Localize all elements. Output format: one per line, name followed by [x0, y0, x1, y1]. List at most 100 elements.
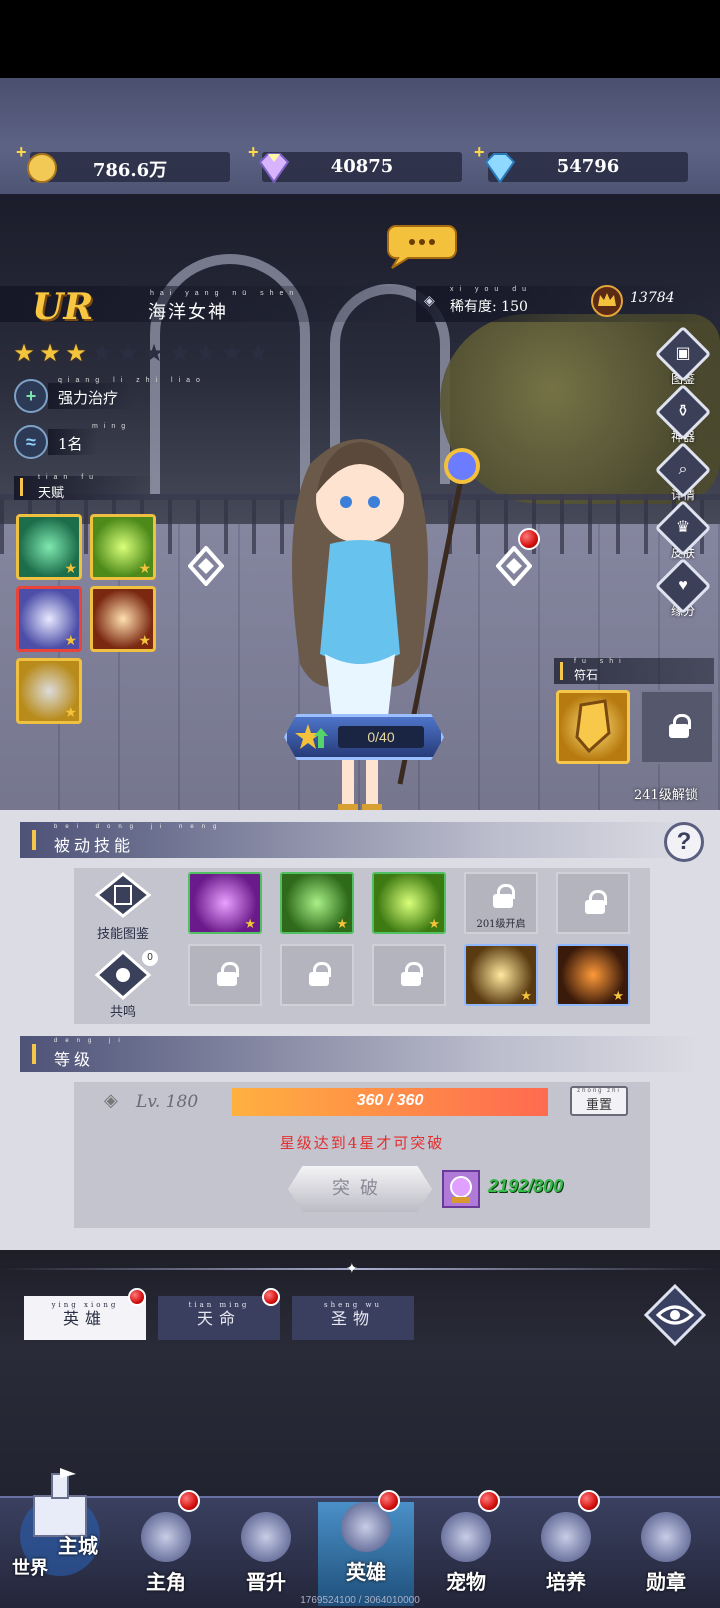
nav-notification-dot	[578, 1490, 600, 1512]
add-rainbow-diamond-icon[interactable]: +	[248, 142, 259, 163]
rarity-value-pinyin: xi you du	[450, 286, 533, 293]
rarity-value: 稀有度: 150	[450, 299, 528, 315]
tab-relics[interactable]: sheng wu 圣物	[292, 1296, 414, 1340]
nav-heroes[interactable]: 英雄	[318, 1502, 414, 1606]
star-empty-icon: ★	[117, 340, 139, 367]
resonance-label: 共鸣	[109, 1005, 136, 1020]
passive-skill-slot-3[interactable]: ★	[372, 872, 446, 934]
passive-skill-slot-locked-8[interactable]	[372, 944, 446, 1006]
side-menu-magnifier[interactable]: ⌕详情	[654, 441, 712, 508]
trait-label: 强力治疗	[48, 383, 133, 409]
breakthrough-button[interactable]: 突破	[288, 1166, 432, 1212]
add-blue-diamond-icon[interactable]: +	[474, 142, 485, 163]
nav-main-city-label: 主城	[58, 1534, 98, 1558]
next-hero-arrow-icon[interactable]	[496, 546, 532, 586]
nav-world-label: 世界	[12, 1558, 48, 1579]
passive-skill-slot-locked-6[interactable]	[188, 944, 262, 1006]
lock-icon	[217, 962, 239, 986]
nav-pets[interactable]: 宠物	[418, 1512, 514, 1604]
resonance-button[interactable]: 0 共鸣	[82, 949, 164, 1024]
talent-pinyin: tian fu	[38, 474, 100, 481]
breakthrough-notice: 星级达到4星才可突破	[279, 1134, 445, 1152]
rune-slot-locked[interactable]	[640, 690, 714, 764]
divider-ornament-icon: ✦	[346, 1260, 358, 1276]
exp-bar: 360 / 360	[232, 1088, 548, 1116]
tab-pinyin: ying xiong	[51, 1301, 119, 1309]
passive-skill-slot-locked-7[interactable]	[280, 944, 354, 1006]
passive-skill-slot-2[interactable]: ★	[280, 872, 354, 934]
nav-notification-dot	[378, 1490, 400, 1512]
help-icon[interactable]: ?	[664, 822, 704, 862]
rank-label: 1名	[48, 429, 97, 455]
rune-stone-icon	[575, 699, 611, 754]
star-empty-icon: ★	[221, 340, 243, 367]
resonance-count: 0	[142, 950, 158, 966]
gold-value: 786.6万	[92, 160, 168, 181]
rank-chip[interactable]: ≈ ming 1名	[14, 423, 125, 459]
side-menu-artifact[interactable]: ⚱神器	[654, 383, 712, 450]
power-value: 13784	[630, 290, 675, 306]
lower-area: ✦ ying xiong 英雄 tian ming 天命 sheng wu 圣物	[0, 1250, 720, 1496]
talent-skill-heal-1[interactable]: ★	[16, 514, 82, 580]
passive-skill-slot-locked-5[interactable]	[556, 872, 630, 934]
tab-destiny[interactable]: tian ming 天命	[158, 1296, 280, 1340]
star-filled-icon: ★	[65, 340, 87, 367]
lock-icon	[669, 714, 691, 738]
promotion-icon	[241, 1512, 291, 1562]
talent-skill-heal-2[interactable]: ★	[90, 514, 156, 580]
trait-chip[interactable]: + qiang li zhi liao 强力治疗	[14, 377, 200, 413]
nav-label: 培养	[546, 1570, 586, 1594]
nav-training[interactable]: 培养	[518, 1512, 614, 1604]
star-empty-icon: ★	[247, 340, 269, 367]
protagonist-icon	[141, 1512, 191, 1562]
nav-protagonist[interactable]: 主角	[118, 1512, 214, 1604]
gold-counter[interactable]: + 786.6万	[16, 142, 230, 183]
lock-icon	[309, 962, 331, 986]
nav-medals[interactable]: 勋章	[618, 1512, 714, 1604]
prev-hero-arrow-icon[interactable]	[188, 546, 224, 586]
star-icon: ★	[520, 988, 532, 1003]
eye-toggle-icon[interactable]	[644, 1284, 706, 1346]
passive-skill-pinyin: bei dong ji neng	[54, 824, 225, 830]
hero-name-pinyin: hai yang nü shen	[150, 290, 300, 297]
talent-skill-orb[interactable]: ★	[16, 658, 82, 724]
chat-bubble-icon[interactable]	[386, 220, 458, 270]
nav-footer-text: 1769524100 / 3064010000	[300, 1595, 420, 1606]
rune-slot-equipped[interactable]	[556, 690, 630, 764]
blue-diamond-counter[interactable]: + 54796	[474, 142, 688, 184]
reset-button[interactable]: zhong zhi 重置	[570, 1086, 628, 1116]
star-empty-icon: ★	[143, 340, 165, 367]
nav-label: 主角	[146, 1570, 186, 1594]
star-icon: ★	[336, 916, 348, 931]
training-icon	[541, 1512, 591, 1562]
star-icon: ★	[64, 704, 77, 720]
nav-notification-dot	[178, 1490, 200, 1512]
rainbow-diamond-counter[interactable]: + 40875	[248, 142, 462, 184]
nav-world-castle[interactable]: 主城 世界	[6, 1468, 114, 1596]
star-filled-icon: ★	[13, 340, 35, 367]
star-filled-icon: ★	[39, 340, 61, 367]
star-empty-icon: ★	[195, 340, 217, 367]
talent-skill-spirit[interactable]: ★	[90, 586, 156, 652]
side-menu-skin[interactable]: ♛皮肤	[654, 499, 712, 566]
exp-value: 360 / 360	[356, 1092, 424, 1109]
lock-icon	[401, 962, 423, 986]
passive-skill-slot-9[interactable]: ★	[464, 944, 538, 1006]
side-menu-heart[interactable]: ♥缘分	[654, 557, 712, 624]
star-icon: ★	[64, 560, 77, 576]
add-gold-icon[interactable]: +	[16, 142, 27, 163]
passive-skill-slot-1[interactable]: ★	[188, 872, 262, 934]
passive-skill-slot-locked-4[interactable]: 201级开启	[464, 872, 538, 934]
reset-label: 重置	[585, 1098, 612, 1113]
pets-icon	[441, 1512, 491, 1562]
upgrade-star-arrow-icon	[295, 724, 328, 749]
heal-cross-icon: +	[14, 379, 48, 413]
nav-promotion[interactable]: 晋升	[218, 1512, 314, 1604]
tab-heroes[interactable]: ying xiong 英雄	[24, 1296, 146, 1340]
nav-label: 勋章	[646, 1570, 686, 1594]
talent-skill-wave[interactable]: ★	[16, 586, 82, 652]
rarity-badge: UR	[32, 286, 94, 328]
side-menu-codex[interactable]: ▣图鉴	[654, 325, 712, 392]
passive-skill-slot-10[interactable]: ★	[556, 944, 630, 1006]
skill-codex-button[interactable]: 技能图鉴	[82, 872, 164, 942]
